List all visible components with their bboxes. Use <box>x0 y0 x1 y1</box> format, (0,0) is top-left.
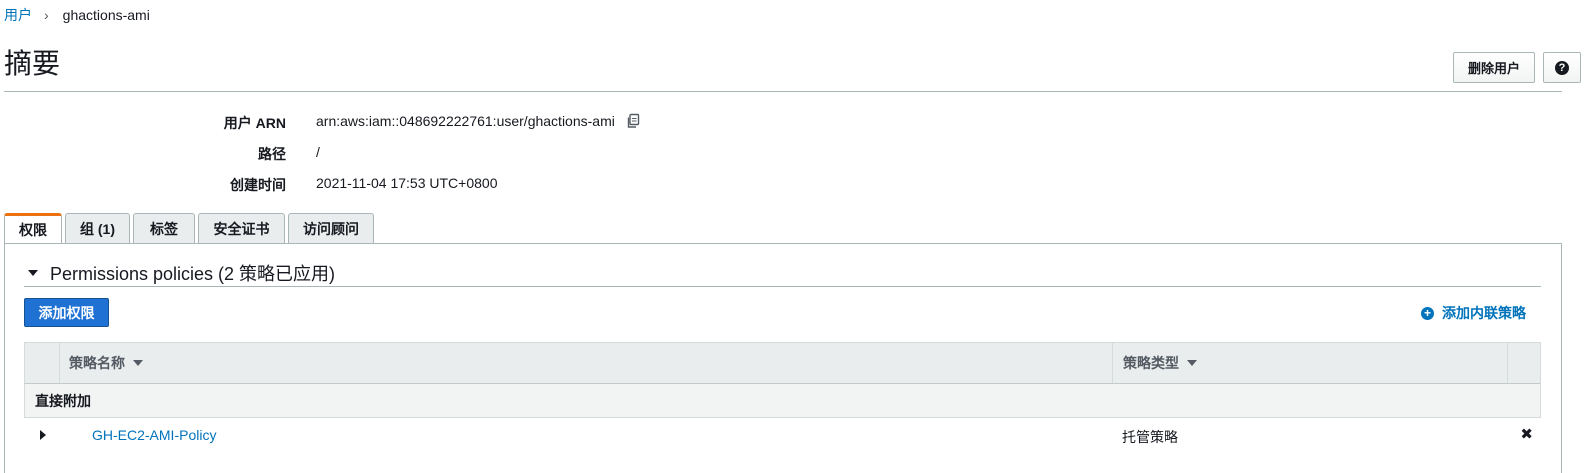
sort-caret-icon <box>1187 360 1197 366</box>
tab-permissions[interactable]: 权限 <box>4 213 62 244</box>
plus-circle-icon: + <box>1421 306 1434 320</box>
arn-value: arn:aws:iam::048692222761:user/ghactions… <box>316 113 615 129</box>
tab-groups[interactable]: 组 (1) <box>65 213 130 243</box>
path-value: / <box>316 144 320 160</box>
column-divider <box>1112 343 1113 383</box>
tab-bar: 权限 组 (1) 标签 安全证书 访问顾问 <box>4 213 374 244</box>
chevron-right-icon: › <box>44 7 49 23</box>
add-inline-policy-label: 添加内联策略 <box>1442 305 1526 321</box>
summary-path-row: 路径 / <box>0 144 700 164</box>
table-header: 策略名称 策略类型 <box>24 342 1541 384</box>
caret-down-icon <box>28 270 38 276</box>
created-label: 创建时间 <box>230 177 286 193</box>
delete-user-button[interactable]: 删除用户 <box>1452 52 1535 83</box>
permissions-section-header[interactable]: Permissions policies (2 策略已应用) <box>24 260 335 286</box>
path-label: 路径 <box>258 146 286 162</box>
summary-arn-row: 用户 ARN arn:aws:iam::048692222761:user/gh… <box>0 113 700 133</box>
tab-security-credentials[interactable]: 安全证书 <box>198 213 285 243</box>
expand-caret-icon[interactable] <box>40 430 46 440</box>
column-divider <box>1507 343 1508 383</box>
column-header-policy-name-label: 策略名称 <box>69 355 125 371</box>
arn-label: 用户 ARN <box>223 115 286 131</box>
tab-access-advisor[interactable]: 访问顾问 <box>288 213 374 243</box>
table-row: GH-EC2-AMI-Policy 托管策略 ✖ <box>24 418 1541 452</box>
breadcrumb-users-link[interactable]: 用户 <box>4 5 32 25</box>
help-button[interactable]: ? <box>1543 52 1581 83</box>
header-actions: 删除用户 ? <box>1452 52 1581 83</box>
column-header-policy-name[interactable]: 策略名称 <box>69 343 143 383</box>
title-divider <box>4 91 1562 92</box>
breadcrumb: 用户 › ghactions-ami <box>4 5 150 25</box>
add-permission-button[interactable]: 添加权限 <box>24 298 109 327</box>
column-header-policy-type[interactable]: 策略类型 <box>1123 343 1197 383</box>
add-inline-policy-link[interactable]: + 添加内联策略 <box>1421 303 1526 323</box>
column-divider <box>59 343 60 383</box>
remove-policy-icon[interactable]: ✖ <box>1520 425 1533 443</box>
summary-created-row: 创建时间 2021-11-04 17:53 UTC+0800 <box>0 175 700 195</box>
created-value: 2021-11-04 17:53 UTC+0800 <box>316 175 498 191</box>
column-header-policy-type-label: 策略类型 <box>1123 355 1179 371</box>
policy-type: 托管策略 <box>1122 429 1178 445</box>
question-circle-icon: ? <box>1555 60 1569 75</box>
copy-icon[interactable] <box>625 113 641 129</box>
breadcrumb-current: ghactions-ami <box>62 7 150 23</box>
group-row-direct: 直接附加 <box>24 384 1541 418</box>
sort-caret-icon <box>133 360 143 366</box>
section-divider <box>24 286 1541 287</box>
tab-tags[interactable]: 标签 <box>133 213 195 243</box>
page-title: 摘要 <box>4 48 61 79</box>
policies-table: 策略名称 策略类型 直接附加 GH-EC2-AMI-Policy 托管策略 ✖ <box>24 342 1541 452</box>
policy-name-link[interactable]: GH-EC2-AMI-Policy <box>92 427 216 443</box>
permissions-section-title: Permissions policies (2 策略已应用) <box>50 264 336 284</box>
